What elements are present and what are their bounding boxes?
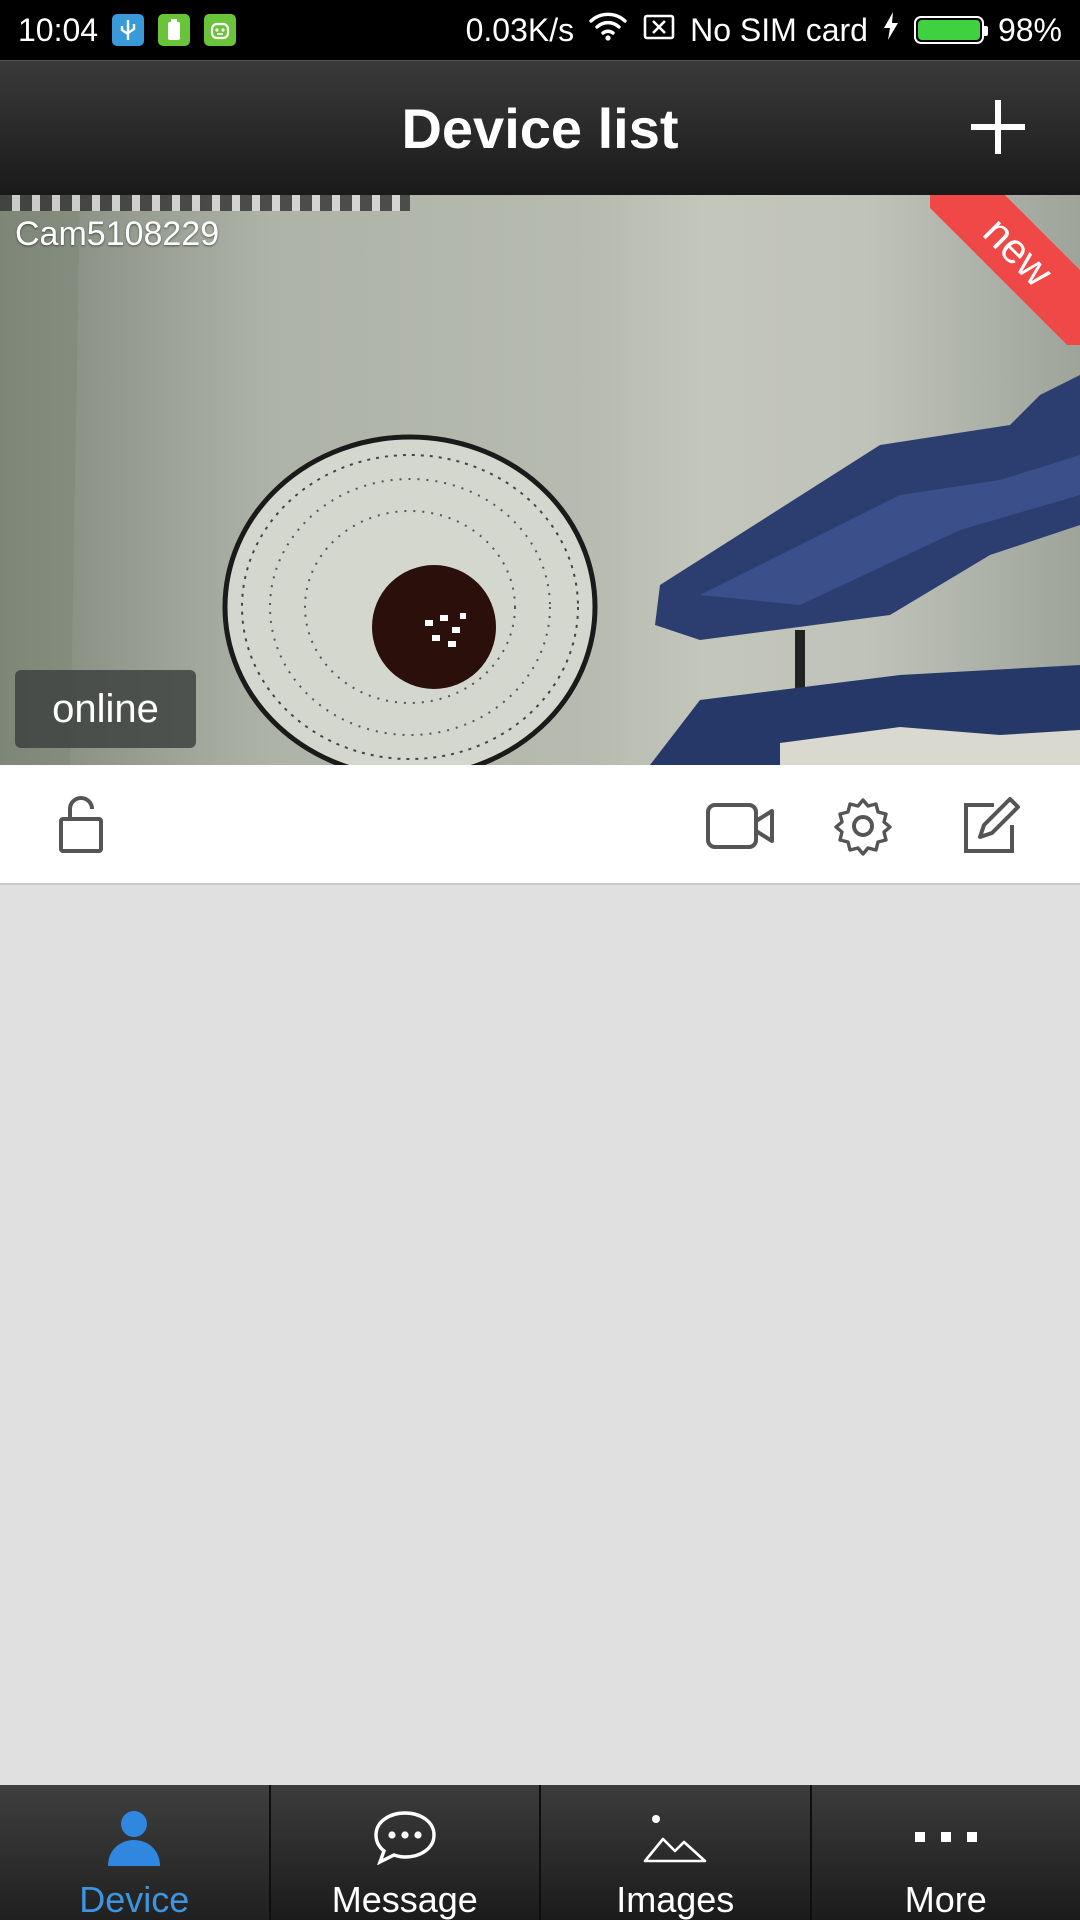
- battery-icon: [913, 16, 988, 44]
- device-status-badge: online: [15, 670, 196, 748]
- add-device-button[interactable]: [968, 97, 1028, 157]
- timestamp-strip: [0, 195, 410, 211]
- carrier-text: No SIM card: [690, 11, 868, 48]
- device-actions-bar: [0, 765, 1080, 885]
- new-badge: new: [930, 195, 1080, 345]
- tab-more[interactable]: More: [809, 1785, 1080, 1920]
- edit-icon[interactable]: [958, 795, 1028, 857]
- video-icon[interactable]: [705, 795, 777, 857]
- chat-bubble-icon: [372, 1802, 438, 1872]
- network-speed: 0.03K/s: [465, 11, 575, 48]
- tab-device[interactable]: Device: [0, 1785, 269, 1920]
- more-dots-icon: [913, 1802, 979, 1872]
- battery-notification-icon: [158, 14, 191, 46]
- tab-message[interactable]: Message: [268, 1785, 539, 1920]
- device-name: Cam5108229: [15, 215, 220, 253]
- android-icon: [204, 14, 237, 46]
- settings-gear-icon[interactable]: [830, 795, 900, 857]
- tab-images[interactable]: Images: [539, 1785, 810, 1920]
- usb-icon: [112, 14, 145, 46]
- app-header: Device list: [0, 60, 1080, 195]
- unlock-icon[interactable]: [52, 795, 122, 857]
- camera-preview[interactable]: Cam5108229 new online: [0, 195, 1080, 765]
- landscape-icon: [642, 1802, 708, 1872]
- person-icon: [104, 1802, 164, 1872]
- bottom-tab-bar: Device Message Images More: [0, 1785, 1080, 1920]
- status-bar: 10:04 0.03K/s No SIM card 98%: [0, 0, 1080, 60]
- no-sim-icon: [642, 12, 676, 49]
- wifi-icon: [588, 11, 628, 49]
- battery-percent: 98%: [997, 11, 1062, 48]
- status-time: 10:04: [18, 11, 99, 48]
- charging-icon: [882, 11, 900, 49]
- page-title: Device list: [401, 96, 679, 160]
